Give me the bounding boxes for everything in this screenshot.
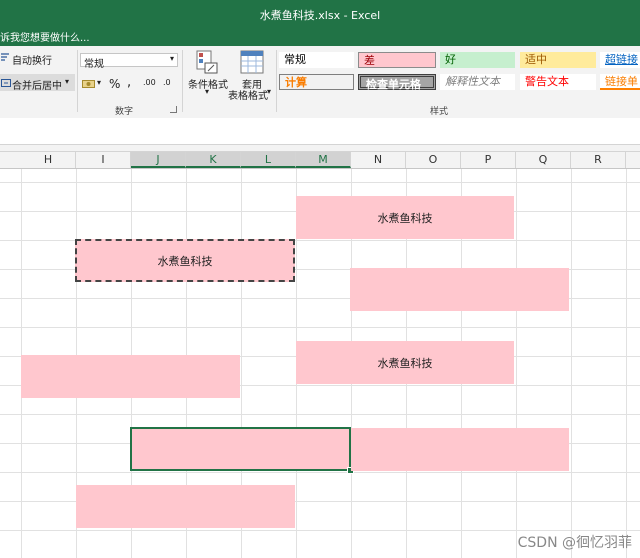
percent-button[interactable]: % xyxy=(109,77,120,91)
column-header-n[interactable]: N xyxy=(351,152,406,168)
cell-text: 水煮鱼科技 xyxy=(377,211,433,225)
column-header-l[interactable]: L xyxy=(241,152,296,168)
style-bad[interactable]: 差 xyxy=(358,52,436,68)
number-format-select[interactable]: 常规 ▾ xyxy=(80,53,178,70)
merged-cell-m[interactable]: 水煮鱼科技 xyxy=(296,196,514,239)
window-title: 水煮鱼科技.xlsx - Excel xyxy=(259,9,381,22)
merged-cell-i2[interactable] xyxy=(76,485,295,528)
copied-range-i[interactable]: 水煮鱼科技 xyxy=(75,239,295,282)
styles-group-label: 样式 xyxy=(430,107,449,117)
currency-dropdown-icon[interactable]: ▾ xyxy=(97,78,101,87)
increase-decimal-button[interactable]: .00 xyxy=(143,78,156,87)
merged-cell-m2[interactable]: 水煮鱼科技 xyxy=(296,341,514,384)
chevron-down-icon: ▾ xyxy=(267,87,272,96)
style-hyperlink[interactable]: 超链接 xyxy=(600,52,640,68)
column-header-i[interactable]: I xyxy=(76,152,131,168)
column-header-h[interactable]: H xyxy=(21,152,76,168)
column-header-k[interactable]: K xyxy=(186,152,241,168)
currency-icon[interactable] xyxy=(82,78,96,89)
conditional-format-icon xyxy=(196,50,218,74)
chevron-down-icon: ▾ xyxy=(205,87,210,96)
style-linked-cell[interactable]: 链接单 xyxy=(600,74,640,90)
merged-cell-n2[interactable] xyxy=(351,428,569,471)
style-explanatory[interactable]: 解释性文本 xyxy=(440,74,515,90)
watermark: CSDN @徊忆羽菲 xyxy=(517,535,632,551)
number-group-label: 数字 xyxy=(115,107,134,117)
style-good[interactable]: 好 xyxy=(440,52,515,68)
column-header-row: HIJKLMNOPQR xyxy=(0,152,640,169)
merge-center-button[interactable]: 合并后居中 xyxy=(12,77,62,92)
number-format-value: 常规 xyxy=(84,59,104,70)
column-header-m[interactable]: M xyxy=(296,152,351,168)
formula-bar[interactable] xyxy=(0,118,640,145)
wrap-text-button[interactable]: 自动换行 xyxy=(12,52,52,67)
chevron-down-icon: ▾ xyxy=(169,54,174,63)
group-separator xyxy=(77,50,78,112)
tell-me-search[interactable]: 诉我您想要做什么... xyxy=(0,29,90,44)
ribbon: 自动换行 合并后居中 ▾ 常规 ▾ ▾ % , .00 .0 数字 条件格式 ▾… xyxy=(0,46,640,119)
wrap-text-icon xyxy=(0,52,10,62)
merge-center-icon xyxy=(1,78,11,88)
title-bar: 水煮鱼科技.xlsx - Excel 诉我您想要做什么... xyxy=(0,0,640,46)
ribbon-gap xyxy=(0,145,640,152)
style-warning[interactable]: 警告文本 xyxy=(520,74,596,90)
style-neutral[interactable]: 适中 xyxy=(520,52,596,68)
comma-button[interactable]: , xyxy=(127,75,131,90)
format-as-table-icon xyxy=(240,50,264,74)
column-header-q[interactable]: Q xyxy=(516,152,571,168)
group-separator xyxy=(182,50,183,112)
style-check-cell[interactable]: 检查单元格 xyxy=(358,74,436,91)
merge-dropdown-icon[interactable]: ▾ xyxy=(65,77,69,86)
column-header-r[interactable]: R xyxy=(571,152,626,168)
column-header-p[interactable]: P xyxy=(461,152,516,168)
cell-text: 水煮鱼科技 xyxy=(157,254,213,268)
number-dialog-launcher-icon[interactable] xyxy=(170,106,177,113)
merged-cell-h[interactable] xyxy=(21,355,240,398)
style-normal[interactable]: 常规 xyxy=(279,52,354,68)
cell-text: 水煮鱼科技 xyxy=(377,356,433,370)
decrease-decimal-button[interactable]: .0 xyxy=(163,78,171,87)
selected-range-j[interactable] xyxy=(130,427,351,471)
group-separator xyxy=(276,50,277,112)
merged-cell-n[interactable] xyxy=(350,268,569,311)
worksheet-grid[interactable]: 水煮鱼科技 水煮鱼科技 水煮鱼科技 xyxy=(0,169,640,558)
style-calculation[interactable]: 计算 xyxy=(279,74,354,90)
column-header-j[interactable]: J xyxy=(131,152,186,168)
column-header-o[interactable]: O xyxy=(406,152,461,168)
format-as-table-button[interactable]: 表格格式 xyxy=(228,87,268,102)
